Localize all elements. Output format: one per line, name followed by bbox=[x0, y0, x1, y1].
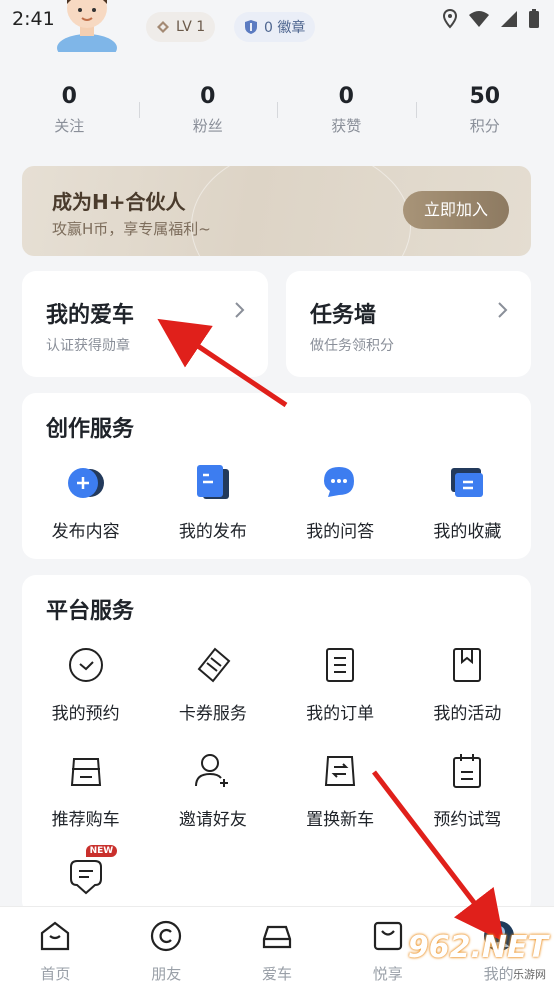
item-label: 我的订单 bbox=[306, 704, 375, 724]
my-activities-item[interactable]: 我的活动 bbox=[404, 645, 531, 751]
car-front-icon bbox=[66, 751, 106, 791]
stat-label: 积分 bbox=[469, 117, 500, 135]
section-title: 平台服务 bbox=[46, 599, 135, 624]
clock-icon bbox=[66, 645, 106, 685]
item-label: 我的问答 bbox=[306, 522, 375, 542]
invite-friends-item[interactable]: 邀请好友 bbox=[149, 751, 276, 857]
battery-icon bbox=[529, 9, 539, 28]
stat-value: 0 bbox=[200, 84, 216, 109]
tab-label: 首页 bbox=[40, 965, 71, 983]
creation-services-card: 创作服务 发布内容 我的发布 我的问答 我的收藏 bbox=[22, 393, 531, 559]
stat-value: 50 bbox=[469, 84, 501, 109]
medal-badge[interactable]: 0 徽章 bbox=[234, 12, 316, 42]
stats-row: 0 关注 0 粉丝 0 获赞 50 积分 bbox=[0, 84, 554, 136]
home-icon bbox=[41, 921, 70, 951]
stat-points[interactable]: 50 积分 bbox=[415, 84, 554, 136]
recommend-car-item[interactable]: 推荐购车 bbox=[22, 751, 149, 857]
signal-icon bbox=[501, 11, 517, 27]
tab-label: 悦享 bbox=[372, 965, 403, 983]
item-label: 我的发布 bbox=[178, 522, 247, 542]
tab-home[interactable]: 首页 bbox=[0, 907, 111, 984]
wifi-icon bbox=[469, 11, 489, 27]
car-exchange-icon bbox=[320, 751, 360, 791]
task-wall-card[interactable]: 任务墙 做任务领积分 bbox=[286, 271, 531, 377]
section-title: 创作服务 bbox=[46, 417, 135, 442]
my-favorites-item[interactable]: 我的收藏 bbox=[404, 463, 531, 569]
stat-following[interactable]: 0 关注 bbox=[0, 84, 139, 136]
my-reservations-item[interactable]: 我的预约 bbox=[22, 645, 149, 751]
item-label: 置换新车 bbox=[306, 810, 375, 830]
item-label: 我的活动 bbox=[433, 704, 502, 724]
my-orders-item[interactable]: 我的订单 bbox=[277, 645, 404, 751]
publish-content-item[interactable]: 发布内容 bbox=[22, 463, 149, 569]
item-label: 预约试驾 bbox=[433, 810, 502, 830]
my-posts-item[interactable]: 我的发布 bbox=[149, 463, 276, 569]
medal-badge-label: 0 徽章 bbox=[264, 20, 306, 36]
coupon-service-item[interactable]: 卡券服务 bbox=[149, 645, 276, 751]
new-badge: NEW bbox=[85, 845, 118, 857]
stat-label: 关注 bbox=[54, 117, 85, 135]
avatar[interactable] bbox=[52, 0, 122, 62]
tab-label: 朋友 bbox=[151, 965, 182, 983]
tab-my-car[interactable]: 爱车 bbox=[222, 907, 333, 984]
task-wall-title: 任务墙 bbox=[310, 303, 377, 328]
tab-label: 爱车 bbox=[261, 965, 292, 983]
test-drive-item[interactable]: 预约试驾 bbox=[404, 751, 531, 857]
car-icon bbox=[262, 925, 292, 949]
item-label: 我的预约 bbox=[51, 704, 120, 724]
bookmark-icon bbox=[447, 645, 487, 685]
item-label: 邀请好友 bbox=[178, 810, 247, 830]
tab-friends[interactable]: 朋友 bbox=[111, 907, 222, 984]
calendar-icon bbox=[447, 751, 487, 791]
level-badge-label: LV 1 bbox=[176, 19, 206, 35]
my-qa-item[interactable]: 我的问答 bbox=[277, 463, 404, 569]
task-wall-subtitle: 做任务领积分 bbox=[310, 338, 394, 354]
message-tag-icon: NEW bbox=[66, 845, 118, 897]
stat-label: 粉丝 bbox=[192, 117, 223, 135]
watermark-text: 962.NET bbox=[407, 930, 548, 965]
partner-banner[interactable]: 成为H+合伙人 攻赢H币，享专属福利~ 立即加入 bbox=[22, 166, 531, 256]
stat-fans[interactable]: 0 粉丝 bbox=[138, 84, 278, 136]
stat-value: 0 bbox=[61, 84, 77, 109]
stat-likes[interactable]: 0 获赞 bbox=[277, 84, 416, 136]
location-icon bbox=[442, 9, 458, 29]
level-badge[interactable]: LV 1 bbox=[146, 12, 216, 42]
platform-services-card: 平台服务 我的预约 卡券服务 我的订单 我的活动 推荐购车 邀请好友 置换新车 … bbox=[22, 575, 531, 915]
item-label: 卡券服务 bbox=[178, 704, 247, 724]
ticket-icon bbox=[193, 645, 233, 685]
shop-bag-icon bbox=[373, 921, 402, 951]
add-circle-icon bbox=[66, 463, 106, 503]
my-car-title: 我的爱车 bbox=[46, 303, 135, 328]
document-icon bbox=[193, 463, 233, 503]
status-time: 2:41 bbox=[12, 8, 55, 30]
diamond-icon bbox=[157, 21, 169, 33]
chevron-right-icon bbox=[498, 302, 508, 318]
chat-bubble-icon bbox=[320, 463, 360, 503]
add-user-icon bbox=[193, 751, 233, 791]
join-now-button[interactable]: 立即加入 bbox=[403, 191, 509, 229]
collection-icon bbox=[447, 463, 487, 503]
item-label: 我的收藏 bbox=[433, 522, 502, 542]
stat-value: 0 bbox=[338, 84, 354, 109]
friends-icon bbox=[151, 920, 182, 952]
my-car-card[interactable]: 我的爱车 认证获得勋章 bbox=[22, 271, 268, 377]
watermark-logo: 962.NET 乐游网 bbox=[407, 930, 548, 982]
shield-icon bbox=[245, 20, 257, 34]
watermark-caption: 乐游网 bbox=[513, 966, 546, 982]
item-label: 推荐购车 bbox=[51, 810, 120, 830]
partner-title: 成为H+合伙人 bbox=[52, 190, 186, 214]
my-car-subtitle: 认证获得勋章 bbox=[46, 338, 130, 354]
stat-label: 获赞 bbox=[331, 117, 362, 135]
chevron-right-icon bbox=[235, 302, 245, 318]
trade-in-car-item[interactable]: 置换新车 bbox=[277, 751, 404, 857]
system-icons bbox=[442, 9, 540, 29]
order-icon bbox=[320, 645, 360, 685]
partner-subtitle: 攻赢H币，享专属福利~ bbox=[52, 220, 211, 238]
banner-decoration bbox=[191, 166, 411, 256]
item-label: 发布内容 bbox=[51, 522, 120, 542]
